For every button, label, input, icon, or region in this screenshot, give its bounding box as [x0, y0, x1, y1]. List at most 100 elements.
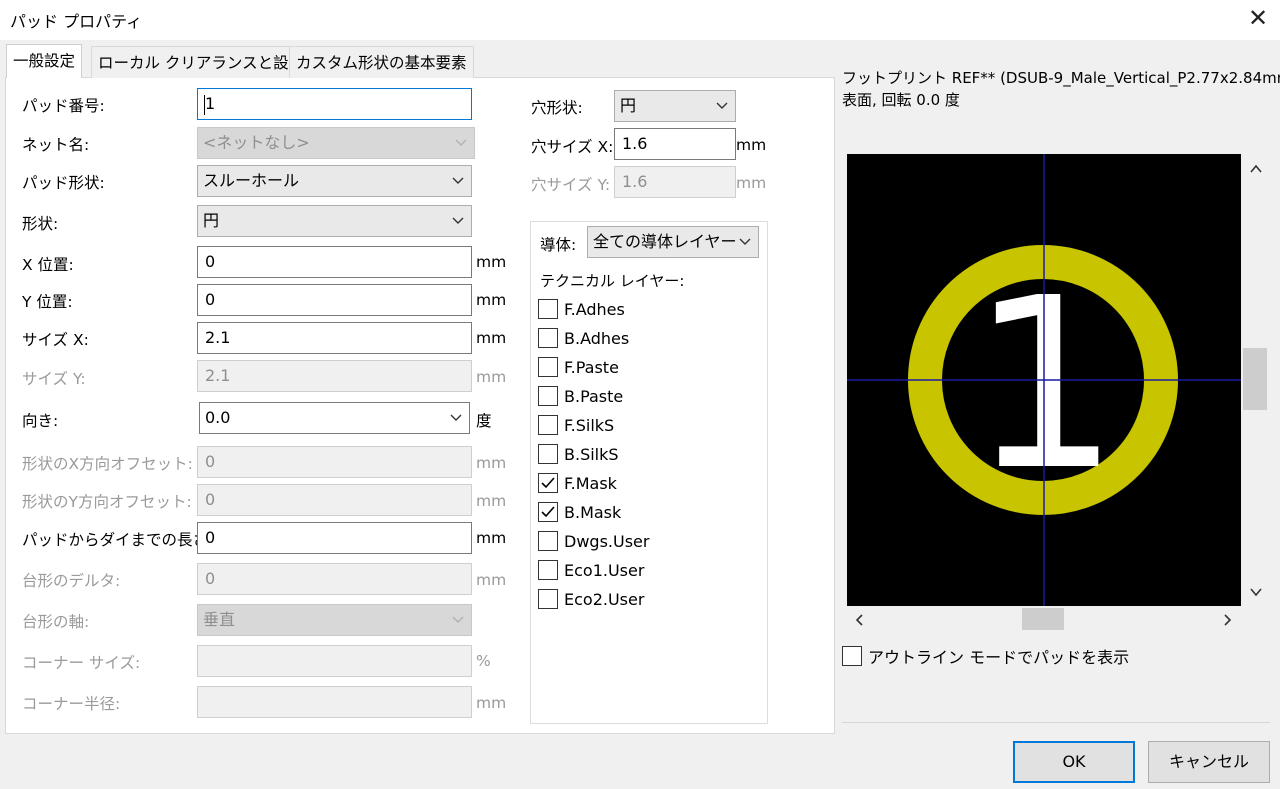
vertical-scroll-thumb[interactable] — [1243, 348, 1267, 410]
tab-local-clearance[interactable]: ローカル クリアランスと設定 — [91, 46, 312, 78]
layer-checkbox[interactable] — [538, 328, 558, 348]
layer-label: Eco1.User — [564, 560, 645, 580]
footprint-info-line2: 表面, 回転 0.0 度 — [842, 91, 960, 109]
scroll-right-icon[interactable] — [1220, 613, 1234, 627]
layer-checkbox-row[interactable]: F.Mask — [538, 471, 617, 495]
trap-delta-label: 台形のデルタ: — [22, 572, 121, 590]
layer-checkbox[interactable] — [538, 560, 558, 580]
checkmark-icon — [541, 506, 555, 518]
copper-layer-label: 導体: — [540, 236, 577, 254]
outline-mode-checkbox-row[interactable]: アウトライン モードでパッドを表示 — [842, 644, 1129, 668]
drill-shape-select[interactable]: 円 — [614, 90, 736, 122]
layer-checkbox-row[interactable]: B.Paste — [538, 384, 623, 408]
ok-button[interactable]: OK — [1013, 741, 1135, 783]
trap-axis-label: 台形の軸: — [22, 613, 90, 631]
layer-checkbox-row[interactable]: F.SilkS — [538, 413, 614, 437]
text-caret — [204, 95, 205, 115]
layer-checkbox[interactable] — [538, 502, 558, 522]
layer-label: Eco2.User — [564, 589, 645, 609]
technical-layers-label: テクニカル レイヤー: — [540, 272, 685, 290]
pad-type-value: スルーホール — [203, 171, 300, 190]
size-y-input: 2.1 — [197, 360, 472, 392]
offset-y-unit: mm — [476, 492, 507, 510]
drill-size-y-unit: mm — [736, 174, 767, 192]
layer-checkbox-row[interactable]: B.Mask — [538, 500, 621, 524]
layer-label: B.Mask — [564, 502, 622, 522]
orientation-select[interactable]: 0.0 — [199, 402, 470, 434]
layer-checkbox[interactable] — [538, 473, 558, 493]
chevron-down-icon — [455, 139, 467, 146]
horizontal-scroll-thumb[interactable] — [1022, 608, 1064, 630]
layer-checkbox[interactable] — [538, 386, 558, 406]
scroll-left-icon[interactable] — [853, 613, 867, 627]
offset-y-label: 形状のY方向オフセット: — [22, 493, 192, 511]
layer-checkbox[interactable] — [538, 357, 558, 377]
footprint-info-line1: フットプリント REF** (DSUB-9_Male_Vertical_P2.7… — [842, 69, 1280, 87]
shape-value: 円 — [203, 211, 220, 230]
layer-checkbox-row[interactable]: F.Adhes — [538, 297, 625, 321]
copper-layer-select[interactable]: 全ての導体レイヤー — [587, 226, 759, 258]
chevron-down-icon — [716, 102, 728, 109]
window-title: パッド プロパティ — [10, 12, 143, 31]
net-name-select: <ネットなし> — [197, 127, 475, 159]
preview-vertical-scrollbar[interactable] — [1241, 154, 1271, 606]
tab-custom-shape[interactable]: カスタム形状の基本要素 — [289, 46, 474, 78]
layer-checkbox-row[interactable]: B.Adhes — [538, 326, 629, 350]
shape-label: 形状: — [22, 215, 59, 233]
layer-checkbox[interactable] — [538, 444, 558, 464]
layer-checkbox[interactable] — [538, 299, 558, 319]
size-x-label: サイズ X: — [22, 331, 89, 349]
scroll-up-icon[interactable] — [1249, 162, 1263, 176]
layer-label: Dwgs.User — [564, 531, 650, 551]
size-x-input[interactable]: 2.1 — [197, 322, 472, 354]
corner-size-label: コーナー サイズ: — [22, 654, 141, 672]
pad-number-label: パッド番号: — [22, 97, 105, 115]
pad-to-die-input[interactable]: 0 — [197, 522, 472, 554]
orientation-value: 0.0 — [205, 408, 231, 427]
drill-shape-value: 円 — [620, 96, 637, 115]
pad-preview-svg: 1 — [847, 154, 1241, 606]
tab-general[interactable]: 一般設定 — [6, 44, 83, 78]
corner-size-input — [197, 645, 472, 677]
offset-x-unit: mm — [476, 454, 507, 472]
layer-label: B.SilkS — [564, 444, 619, 464]
corner-size-unit: % — [476, 652, 491, 670]
trap-axis-value: 垂直 — [203, 610, 236, 629]
trap-delta-input: 0 — [197, 563, 472, 595]
layer-checkbox[interactable] — [538, 589, 558, 609]
drill-size-x-label: 穴サイズ X: — [531, 138, 614, 156]
net-name-label: ネット名: — [22, 136, 90, 154]
checkmark-icon — [541, 477, 555, 489]
orientation-unit: 度 — [476, 412, 492, 430]
layer-checkbox[interactable] — [538, 415, 558, 435]
pad-type-select[interactable]: スルーホール — [197, 165, 472, 197]
divider — [842, 722, 1270, 723]
size-y-unit: mm — [476, 368, 507, 386]
layer-checkbox-row[interactable]: F.Paste — [538, 355, 619, 379]
layer-checkbox-row[interactable]: Eco1.User — [538, 558, 644, 582]
drill-size-x-input[interactable]: 1.6 — [614, 128, 736, 160]
outline-mode-checkbox[interactable] — [842, 646, 862, 666]
chevron-down-icon — [450, 414, 462, 421]
pos-x-input[interactable]: 0 — [197, 246, 472, 278]
pad-number-input[interactable]: 1 — [197, 88, 472, 120]
corner-radius-unit: mm — [476, 694, 507, 712]
layer-checkbox-row[interactable]: Dwgs.User — [538, 529, 649, 553]
size-x-unit: mm — [476, 329, 507, 347]
cancel-button[interactable]: キャンセル — [1148, 741, 1270, 783]
pos-x-label: X 位置: — [22, 256, 74, 274]
net-name-value: <ネットなし> — [203, 133, 310, 152]
scroll-down-icon[interactable] — [1249, 585, 1263, 599]
layer-checkbox-row[interactable]: B.SilkS — [538, 442, 619, 466]
layer-label: B.Adhes — [564, 328, 630, 348]
preview-horizontal-scrollbar[interactable] — [847, 606, 1241, 634]
pos-y-input[interactable]: 0 — [197, 284, 472, 316]
offset-y-input: 0 — [197, 484, 472, 516]
pad-preview-canvas[interactable]: 1 — [847, 154, 1241, 606]
layer-checkbox[interactable] — [538, 531, 558, 551]
shape-select[interactable]: 円 — [197, 205, 472, 237]
chevron-down-icon — [452, 217, 464, 224]
layer-label: B.Paste — [564, 386, 624, 406]
layer-checkbox-row[interactable]: Eco2.User — [538, 587, 644, 611]
close-icon[interactable]: ✕ — [1244, 4, 1272, 32]
